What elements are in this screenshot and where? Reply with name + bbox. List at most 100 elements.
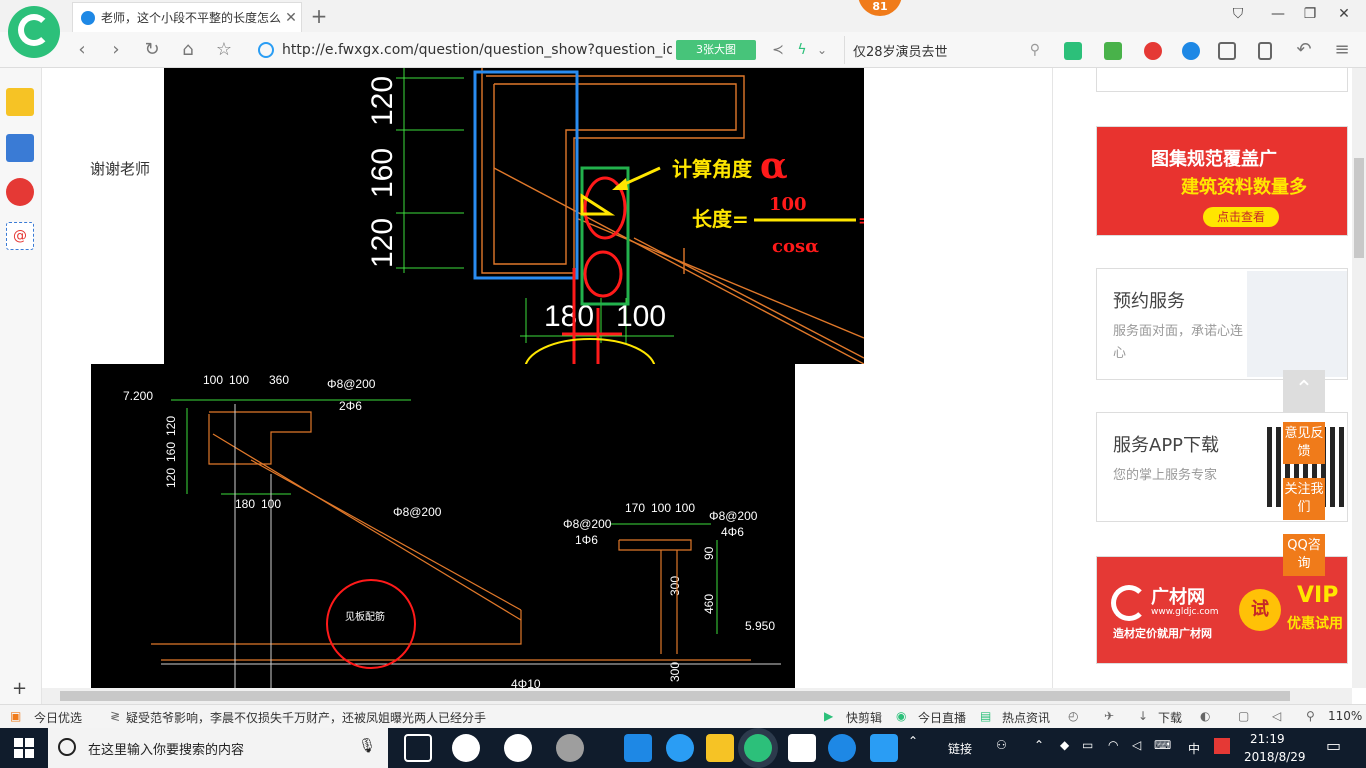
ie-app-icon[interactable] — [666, 734, 694, 762]
clock-time[interactable]: 21:19 — [1250, 732, 1285, 746]
action-center-icon[interactable]: ▭ — [1326, 736, 1341, 755]
new-tab-button[interactable]: + — [308, 4, 330, 28]
url-text[interactable]: http://e.fwxgx.com/question/question_sho… — [282, 42, 672, 58]
active-browser-icon[interactable] — [744, 734, 772, 762]
back-icon[interactable]: ‹ — [70, 38, 94, 62]
notification-bell-icon[interactable]: ◆ — [1060, 738, 1069, 752]
chevron-down-icon[interactable]: ⌄ — [810, 38, 834, 62]
favorite-star-icon[interactable]: ☆ — [212, 38, 236, 62]
follow-us-button[interactable]: 关注我们 — [1283, 478, 1325, 520]
taskbar-search-box[interactable]: 在这里输入你要搜索的内容 🎙 — [48, 728, 388, 768]
today-picks-link[interactable]: 今日优选 — [34, 709, 82, 726]
g-app-icon[interactable] — [828, 734, 856, 762]
weibo-icon[interactable] — [6, 178, 34, 206]
ad-card-atlas[interactable]: 图集规范覆盖广 建筑资料数量多 点击查看 — [1096, 126, 1348, 236]
menu-icon[interactable]: ≡ — [1330, 38, 1354, 62]
maximize-button[interactable]: ❐ — [1300, 6, 1320, 26]
back-to-top-button[interactable]: ⌃ — [1283, 370, 1325, 412]
browser-tab[interactable]: 老师，这个小段不平整的长度怎么 ✕ — [72, 2, 302, 32]
microphone-icon[interactable]: 🎙 — [358, 738, 376, 754]
vertical-scrollbar[interactable] — [1352, 68, 1366, 688]
ad-atlas-sub: 建筑资料数量多 — [1181, 177, 1307, 198]
ad-card-top-partial[interactable] — [1096, 68, 1348, 92]
home-icon[interactable]: ⌂ — [176, 38, 200, 62]
favorites-star-icon[interactable] — [6, 88, 34, 116]
speaker-icon[interactable]: ◁ — [1132, 738, 1141, 752]
zoom-icon[interactable]: ⚲ — [1306, 709, 1315, 723]
taskbar-search-input[interactable]: 在这里输入你要搜索的内容 — [88, 739, 244, 758]
refresh-icon[interactable]: ↻ — [140, 38, 164, 62]
notification-badge[interactable]: 81 — [858, 0, 902, 16]
search-icon[interactable]: ⚲ — [1030, 42, 1040, 58]
qq-consult-button[interactable]: QQ咨询 — [1283, 534, 1325, 576]
file-explorer-icon[interactable] — [706, 734, 734, 762]
svg-text:300: 300 — [668, 576, 682, 596]
sidebar-add-icon[interactable]: + — [12, 678, 27, 699]
ad-appointment-title: 预约服务 — [1113, 291, 1185, 312]
ad-appointment-sub: 服务面对面，承诺心连心 — [1113, 324, 1244, 361]
svg-text:2Φ6: 2Φ6 — [339, 399, 362, 413]
phone-icon[interactable] — [1258, 42, 1272, 60]
input-method-app-icon[interactable] — [1214, 738, 1230, 754]
scissors-icon[interactable] — [1144, 42, 1162, 60]
person-icon[interactable]: ⚇ — [996, 738, 1007, 752]
today-live-link[interactable]: 今日直播 — [918, 709, 966, 726]
edge-app-icon[interactable] — [624, 734, 652, 762]
tab-title: 老师，这个小段不平整的长度怎么 — [101, 11, 281, 25]
clock-date[interactable]: 2018/8/29 — [1244, 750, 1306, 764]
big-picture-button[interactable]: 3张大图 — [676, 40, 756, 60]
ime-indicator[interactable]: 中 — [1188, 740, 1200, 757]
zoom-level[interactable]: 110% — [1328, 709, 1362, 723]
reading-list-icon[interactable] — [6, 134, 34, 162]
apps-grid-icon[interactable] — [1218, 42, 1236, 60]
search-input[interactable]: 仅28岁演员去世 — [853, 41, 1030, 60]
link-toolbar[interactable]: 链接 — [948, 740, 972, 757]
plus-app-icon[interactable] — [870, 734, 898, 762]
minimize-button[interactable]: — — [1268, 6, 1288, 26]
undo-icon[interactable]: ↶ — [1292, 38, 1316, 62]
email-at-icon[interactable]: @ — [6, 222, 34, 250]
speed-icon[interactable]: ◴ — [1068, 709, 1078, 723]
feedback-button[interactable]: 意见反馈 — [1283, 422, 1325, 464]
search-box[interactable]: 仅28岁演员去世 ⚲ — [844, 36, 1040, 64]
ad-atlas-button[interactable]: 点击查看 — [1203, 207, 1279, 227]
magnifier-icon[interactable] — [1182, 42, 1200, 60]
horizontal-scrollbar[interactable] — [42, 688, 1352, 704]
news-ticker-link[interactable]: 疑受范爷影响，李晨不仅损失千万财产，还被凤姐曝光两人已经分手 — [126, 709, 486, 726]
keyboard-icon[interactable]: ⌨ — [1154, 738, 1171, 752]
mail-app-icon[interactable] — [788, 734, 816, 762]
close-window-button[interactable]: ✕ — [1334, 6, 1354, 26]
ad-card-appointment[interactable]: 预约服务 服务面对面，承诺心连心 — [1096, 268, 1348, 380]
forward-icon[interactable]: › — [104, 38, 128, 62]
task-view-icon[interactable] — [404, 734, 432, 762]
windows-start-icon[interactable] — [14, 738, 34, 758]
browser-app-icon[interactable] — [556, 734, 584, 762]
tray-up-icon[interactable]: ⌃ — [1034, 738, 1044, 752]
download-icon[interactable]: ↓ — [1138, 709, 1148, 723]
hot-news-link[interactable]: 热点资讯 — [1002, 709, 1050, 726]
tray-chevron-icon[interactable]: ⌃ — [908, 734, 918, 748]
battery-icon[interactable]: ▭ — [1082, 738, 1093, 752]
window-icon[interactable]: ▢ — [1238, 709, 1249, 723]
browser-logo-icon[interactable] — [8, 6, 60, 58]
download-link[interactable]: 下载 — [1158, 709, 1182, 726]
translate-icon[interactable] — [1104, 42, 1122, 60]
svg-text:100: 100 — [203, 373, 223, 387]
svg-text:Φ8@200: Φ8@200 — [709, 509, 758, 523]
shield-icon[interactable] — [1064, 42, 1082, 60]
vertical-scroll-thumb[interactable] — [1354, 158, 1364, 258]
edge-e-app-icon[interactable] — [504, 734, 532, 762]
svg-text:120: 120 — [164, 416, 178, 436]
wifi-icon[interactable]: ◠ — [1108, 738, 1118, 752]
quick-clip-link[interactable]: 快剪辑 — [846, 709, 882, 726]
pin-icon[interactable]: ✈ — [1104, 709, 1114, 723]
volume-icon[interactable]: ◁ — [1272, 709, 1281, 723]
shirt-skin-icon[interactable]: ⛉ — [1228, 6, 1248, 26]
tab-close-icon[interactable]: ✕ — [281, 10, 301, 26]
svg-text:90: 90 — [702, 546, 716, 560]
gift-icon[interactable]: ▣ — [10, 709, 21, 723]
pinwheel-app-icon[interactable] — [452, 734, 480, 762]
browser-mini-icon[interactable]: ◐ — [1200, 709, 1210, 723]
horizontal-scroll-thumb[interactable] — [60, 691, 1290, 701]
share-icon[interactable]: ≺ — [766, 38, 790, 62]
